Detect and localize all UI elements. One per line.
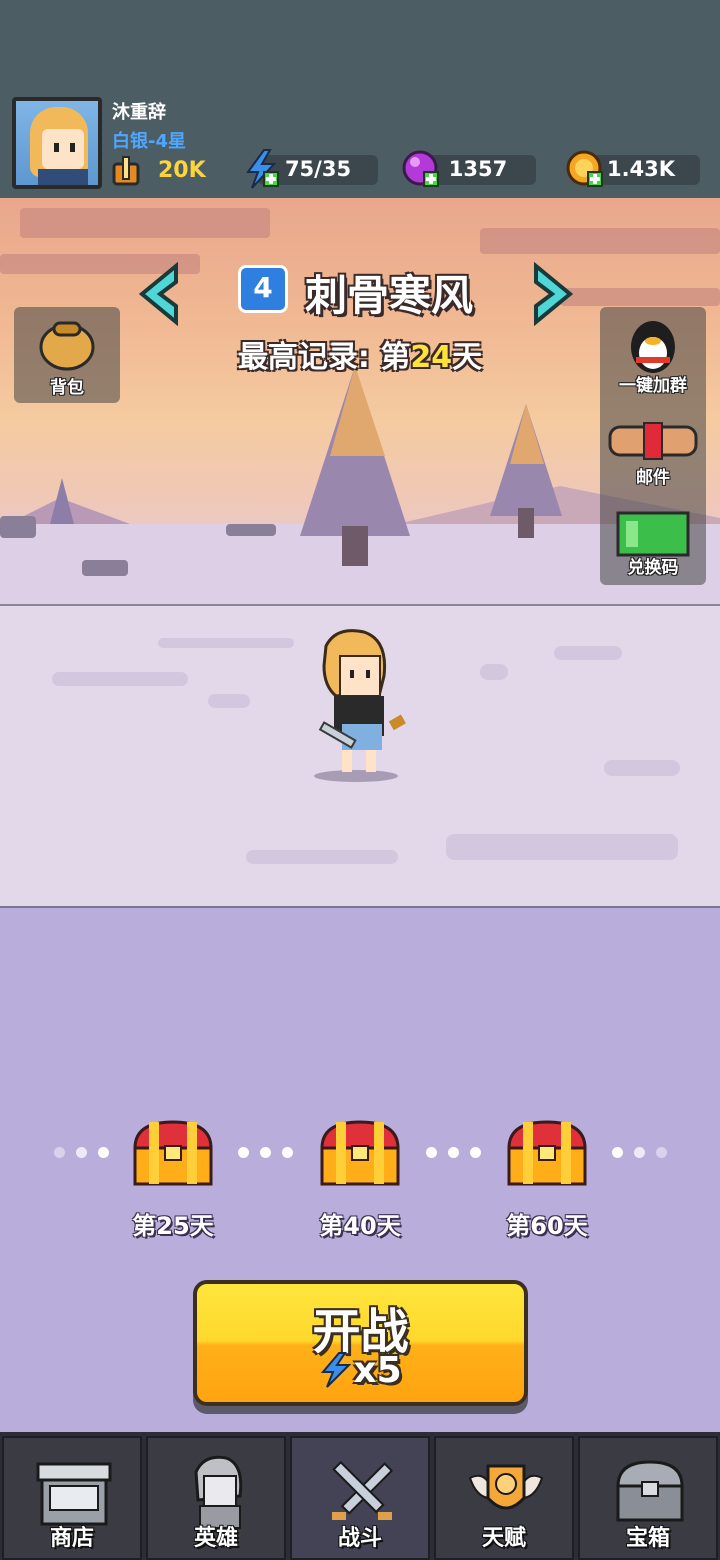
battle-cost-value: x5 (353, 1350, 402, 1391)
record-suffix: 天 (452, 340, 483, 375)
energy-icon (321, 1352, 352, 1388)
gem-icon (402, 150, 439, 187)
backpack-icon (39, 321, 95, 371)
mail-label: 邮件 (636, 468, 670, 488)
player-avatar[interactable] (12, 97, 102, 189)
tree-small (490, 404, 562, 538)
join-group-label: 一键加群 (619, 376, 687, 396)
record-prefix: 最高记录: 第 (237, 340, 411, 375)
coin-icon (566, 150, 603, 187)
side-menu-panel: 一键加群 邮件 兑换码 (600, 307, 706, 585)
backpack-label: 背包 (50, 378, 84, 398)
player-name: 沐重辞 (112, 102, 166, 123)
reward-label-2: 第40天 (319, 1212, 401, 1240)
nav-battle-label: 战斗 (337, 1526, 382, 1551)
join-group-button[interactable]: 一键加群 (600, 307, 706, 397)
top-bar: 沐重辞 白银-4星 20K 75/35 1357 1.43K (0, 0, 720, 198)
mail-button[interactable]: 邮件 (600, 407, 706, 493)
nav-shop[interactable]: 商店 (2, 1436, 142, 1560)
power-value: 20K (158, 158, 206, 183)
next-stage-arrow[interactable] (530, 262, 576, 326)
nav-talent-label: 天赋 (481, 1526, 526, 1551)
reward-chest-2[interactable] (318, 1118, 402, 1188)
nav-chest-label: 宝箱 (625, 1526, 670, 1551)
start-battle-button[interactable]: 开战 x5 (193, 1280, 528, 1406)
nav-shop-label: 商店 (49, 1526, 94, 1551)
reward-label-3: 第60天 (506, 1212, 588, 1240)
redeem-code-button[interactable]: 兑换码 (600, 503, 706, 585)
stage-number-badge: 4 (238, 265, 288, 313)
battle-cost: x5 (197, 1350, 524, 1391)
prev-stage-arrow[interactable] (136, 262, 182, 326)
power-icon (112, 156, 140, 186)
nav-hero-label: 英雄 (193, 1526, 238, 1551)
reward-chest-1[interactable] (131, 1118, 215, 1188)
nav-hero[interactable]: 英雄 (146, 1436, 286, 1560)
nav-battle[interactable]: 战斗 (290, 1436, 430, 1560)
energy-icon (246, 149, 279, 189)
qq-penguin-icon (631, 321, 675, 373)
player-rank: 白银-4星 (112, 131, 186, 152)
reward-label-1: 第25天 (132, 1212, 214, 1240)
mail-icon (608, 422, 698, 460)
battle-field (0, 604, 720, 908)
record-day: 24 (410, 340, 453, 375)
hero-character (314, 629, 406, 782)
nav-talent[interactable]: 天赋 (434, 1436, 574, 1560)
ticket-icon (616, 511, 690, 557)
redeem-label: 兑换码 (627, 558, 679, 578)
tree-large (300, 366, 410, 566)
backpack-button[interactable]: 背包 (14, 307, 120, 403)
reward-chest-3[interactable] (505, 1118, 589, 1188)
stage-name: 刺骨寒风 (305, 271, 474, 320)
nav-chest[interactable]: 宝箱 (578, 1436, 718, 1560)
bottom-nav: 商店 英雄 战斗 天赋 宝箱 (0, 1432, 720, 1560)
